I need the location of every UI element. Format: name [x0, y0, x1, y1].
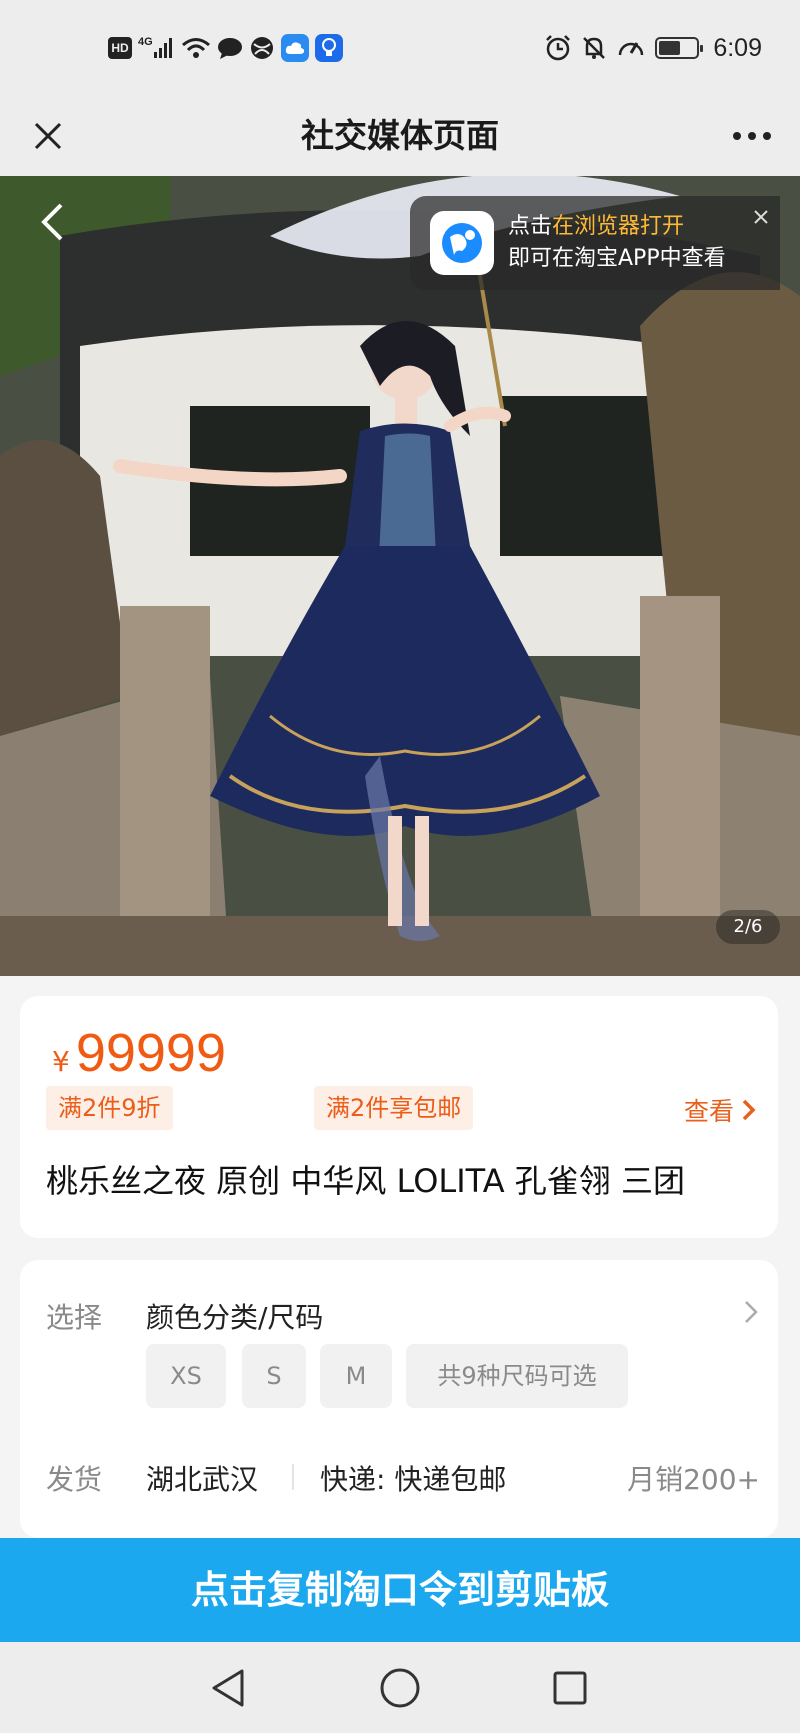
product-image[interactable]: 点击在浏览器打开 即可在淘宝APP中查看 2/6 — [0, 176, 800, 976]
mute-icon — [581, 35, 607, 61]
price-card: ¥ 99999 满2件9折 满2件享包邮 查看 桃乐丝之夜 原创 中华风 LOL… — [20, 996, 778, 1238]
price-value: 99999 — [75, 1023, 226, 1083]
cloud-icon — [280, 34, 309, 62]
open-in-browser-banner[interactable]: 点击在浏览器打开 即可在淘宝APP中查看 — [410, 196, 780, 290]
nav-recents-button[interactable] — [544, 1662, 596, 1714]
status-left-icons: HD 4G — [108, 30, 343, 66]
home-circle-icon — [380, 1668, 420, 1708]
banner-close-button[interactable] — [750, 206, 772, 228]
back-triangle-icon — [212, 1669, 244, 1707]
recents-square-icon — [553, 1671, 587, 1705]
ship-origin: 湖北武汉 — [146, 1463, 259, 1496]
size-chip-m[interactable]: M — [320, 1344, 392, 1408]
price: ¥ 99999 — [52, 1022, 226, 1084]
select-label: 选择 — [46, 1301, 103, 1334]
hd-icon: HD — [108, 37, 132, 59]
speedometer-icon — [617, 35, 645, 61]
page-title: 社交媒体页面 — [301, 116, 499, 155]
wifi-icon — [181, 36, 211, 60]
view-label: 查看 — [683, 1097, 734, 1126]
size-chip-xs[interactable]: XS — [146, 1344, 226, 1408]
nav-home-button[interactable] — [374, 1662, 426, 1714]
chevron-left-icon — [41, 203, 63, 241]
divider — [292, 1464, 294, 1490]
signal-icon: 4G — [138, 36, 175, 59]
promo-tag-discount: 满2件9折 — [46, 1086, 173, 1130]
select-value: 颜色分类/尺码 — [146, 1301, 324, 1334]
options-card: 选择 颜色分类/尺码 XS S M 共9种尺码可选 发货 湖北武汉 快递: 快递… — [20, 1260, 778, 1538]
currency-symbol: ¥ — [52, 1045, 70, 1078]
browser-logo-icon — [430, 211, 494, 275]
banner-line-2: 即可在淘宝APP中查看 — [508, 246, 726, 271]
battery-level — [659, 41, 681, 55]
title-bar: 社交媒体页面 — [0, 96, 800, 176]
nav-back-button[interactable] — [202, 1662, 254, 1714]
chevron-right-icon — [742, 1099, 756, 1121]
status-time: 6:09 — [713, 33, 762, 62]
chat-bubble-icon — [217, 36, 243, 60]
status-right-icons: 6:09 — [545, 30, 762, 66]
ship-label: 发货 — [46, 1463, 103, 1496]
lightbulb-icon — [314, 34, 343, 62]
battery-icon — [655, 37, 704, 59]
image-back-button[interactable] — [28, 198, 76, 246]
promo-tag-free-shipping: 满2件享包邮 — [314, 1086, 474, 1130]
size-chip-s[interactable]: S — [242, 1344, 306, 1408]
copy-taokouling-button[interactable]: 点击复制淘口令到剪贴板 — [0, 1538, 800, 1642]
size-chip-more[interactable]: 共9种尺码可选 — [406, 1344, 628, 1408]
chevron-right-icon — [745, 1301, 758, 1323]
banner-line-1: 点击在浏览器打开 — [508, 214, 685, 239]
network-type-label: 4G — [138, 36, 153, 48]
system-nav-bar — [0, 1642, 800, 1733]
product-title: 桃乐丝之夜 原创 中华风 LOLITA 孔雀翎 三团 — [46, 1162, 685, 1200]
globe-icon — [249, 35, 275, 61]
more-icon — [733, 132, 771, 140]
product-photo — [0, 176, 800, 976]
status-bar: HD 4G 6:09 — [0, 0, 800, 96]
alarm-icon — [545, 35, 571, 61]
more-button[interactable] — [726, 110, 778, 162]
close-icon — [754, 210, 768, 224]
express-info: 快递: 快递包邮 — [320, 1463, 507, 1496]
image-counter: 2/6 — [716, 910, 780, 944]
view-promotions-link[interactable]: 查看 — [684, 1092, 756, 1128]
monthly-sales: 月销200+ — [627, 1463, 760, 1496]
banner-text: 点击在浏览器打开 即可在淘宝APP中查看 — [508, 211, 726, 275]
